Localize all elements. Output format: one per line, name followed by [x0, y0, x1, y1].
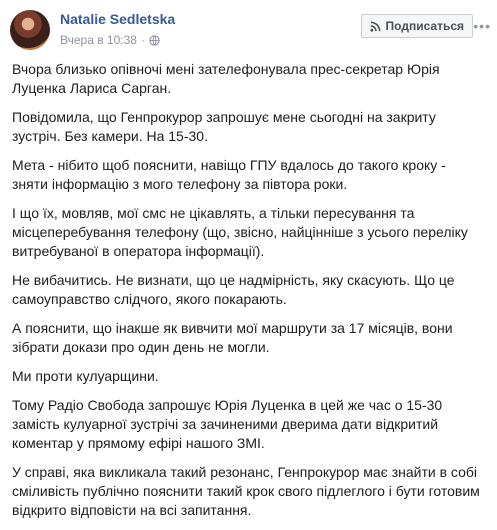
post-header: Natalie Sedletska Вчера в 10:38 · Подпис…	[10, 8, 490, 54]
post-paragraph: Ми проти кулуарщини.	[12, 368, 159, 384]
timestamp[interactable]: Вчера в 10:38	[60, 32, 137, 48]
avatar[interactable]	[10, 10, 50, 50]
follow-button[interactable]: Подписаться	[360, 14, 473, 38]
follow-label: Подписаться	[385, 19, 464, 33]
rss-icon	[369, 21, 380, 32]
post-body: Вчора близько опівночі мені зателефонува…	[12, 60, 484, 530]
facebook-post: Natalie Sedletska Вчера в 10:38 · Подпис…	[0, 0, 497, 518]
author-name[interactable]: Natalie Sedletska	[60, 10, 175, 28]
post-paragraph: Мета - нібито щоб пояснити, навіщо ГПУ в…	[12, 157, 446, 192]
globe-icon[interactable]	[149, 34, 160, 46]
post-meta: Вчера в 10:38 ·	[60, 32, 160, 48]
more-options-icon[interactable]: •••	[473, 18, 491, 34]
post-paragraph: У справі, яка викликала такий резонанс, …	[12, 464, 480, 518]
post-paragraph: Повідомила, що Генпрокурор запрошує мене…	[12, 109, 436, 144]
post-paragraph: Тому Радіо Свобода запрошує Юрія Луценка…	[12, 397, 443, 451]
post-paragraph: Вчора близько опівночі мені зателефонува…	[12, 61, 440, 96]
post-paragraph: Не вибачитись. Не визнати, що це надмірн…	[12, 272, 455, 307]
post-paragraph: І щo їх, мовляв, мої смс не цікавлять, а…	[12, 205, 468, 259]
post-paragraph: А пояснити, що інакше як вивчити мої мар…	[12, 320, 453, 355]
